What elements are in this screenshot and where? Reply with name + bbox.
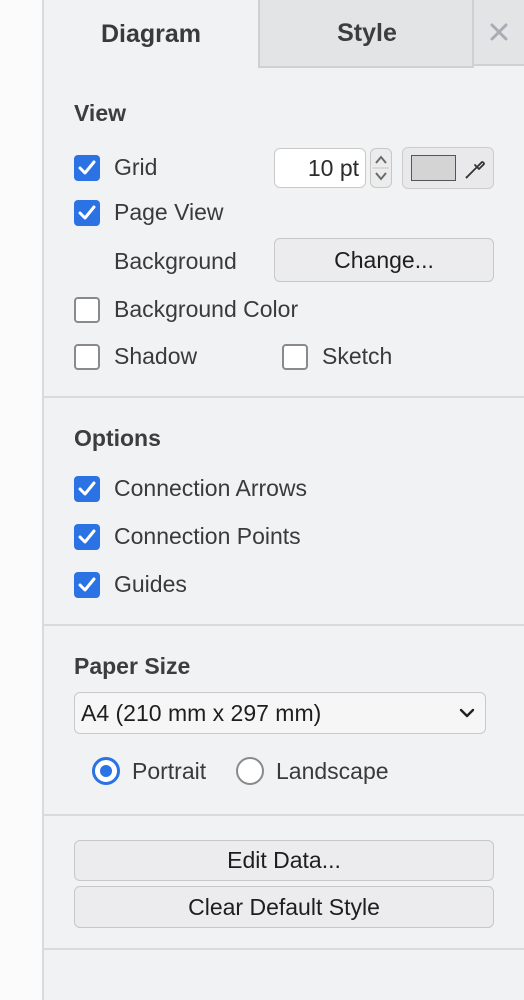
edit-data-button[interactable]: Edit Data... <box>74 840 494 881</box>
connection-points-checkbox[interactable] <box>74 524 100 550</box>
checkmark-icon <box>78 481 96 496</box>
connection-points-label: Connection Points <box>114 523 301 549</box>
section-divider <box>44 814 524 816</box>
background-color-label: Background Color <box>114 296 299 322</box>
format-panel: Diagram Style View Grid 10 pt Page View … <box>42 0 524 1000</box>
view-section-title: View <box>74 100 126 126</box>
checkmark-icon <box>78 577 96 592</box>
guides-checkbox[interactable] <box>74 572 100 598</box>
page-view-checkbox[interactable] <box>74 200 100 226</box>
shadow-checkbox[interactable] <box>74 344 100 370</box>
grid-color-button[interactable] <box>402 147 494 189</box>
background-label: Background <box>114 248 237 274</box>
clear-default-style-button[interactable]: Clear Default Style <box>74 886 494 928</box>
section-divider <box>44 396 524 398</box>
paper-size-section-title: Paper Size <box>74 653 191 679</box>
grid-color-swatch <box>411 155 456 181</box>
eyedropper-icon <box>465 161 485 179</box>
shadow-label: Shadow <box>114 343 198 369</box>
close-button[interactable] <box>472 0 524 66</box>
portrait-label: Portrait <box>132 758 207 784</box>
background-color-checkbox[interactable] <box>74 297 100 323</box>
guides-label: Guides <box>114 571 187 597</box>
grid-label: Grid <box>114 154 158 180</box>
grid-checkbox[interactable] <box>74 155 100 181</box>
landscape-label: Landscape <box>276 758 389 784</box>
grid-size-stepper[interactable] <box>370 148 392 188</box>
grid-size-input[interactable]: 10 pt <box>274 148 366 188</box>
landscape-radio[interactable] <box>236 757 264 785</box>
portrait-radio[interactable] <box>92 757 120 785</box>
chevron-down-icon <box>459 708 475 718</box>
tab-diagram[interactable]: Diagram <box>44 0 258 68</box>
checkmark-icon <box>78 205 96 220</box>
section-divider <box>44 948 524 950</box>
sketch-checkbox[interactable] <box>282 344 308 370</box>
stepper-arrows-icon <box>373 155 389 181</box>
close-icon <box>490 23 508 41</box>
canvas-edge <box>0 0 42 1000</box>
section-divider <box>44 624 524 626</box>
connection-arrows-checkbox[interactable] <box>74 476 100 502</box>
sketch-label: Sketch <box>322 343 393 369</box>
connection-arrows-label: Connection Arrows <box>114 475 308 501</box>
options-section-title: Options <box>74 425 161 451</box>
page-view-label: Page View <box>114 199 224 225</box>
tab-style[interactable]: Style <box>258 0 474 68</box>
tab-bar: Diagram Style <box>44 0 524 68</box>
checkmark-icon <box>78 529 96 544</box>
checkmark-icon <box>78 160 96 175</box>
paper-size-select[interactable]: A4 (210 mm x 297 mm) <box>74 692 486 734</box>
change-background-button[interactable]: Change... <box>274 238 494 282</box>
